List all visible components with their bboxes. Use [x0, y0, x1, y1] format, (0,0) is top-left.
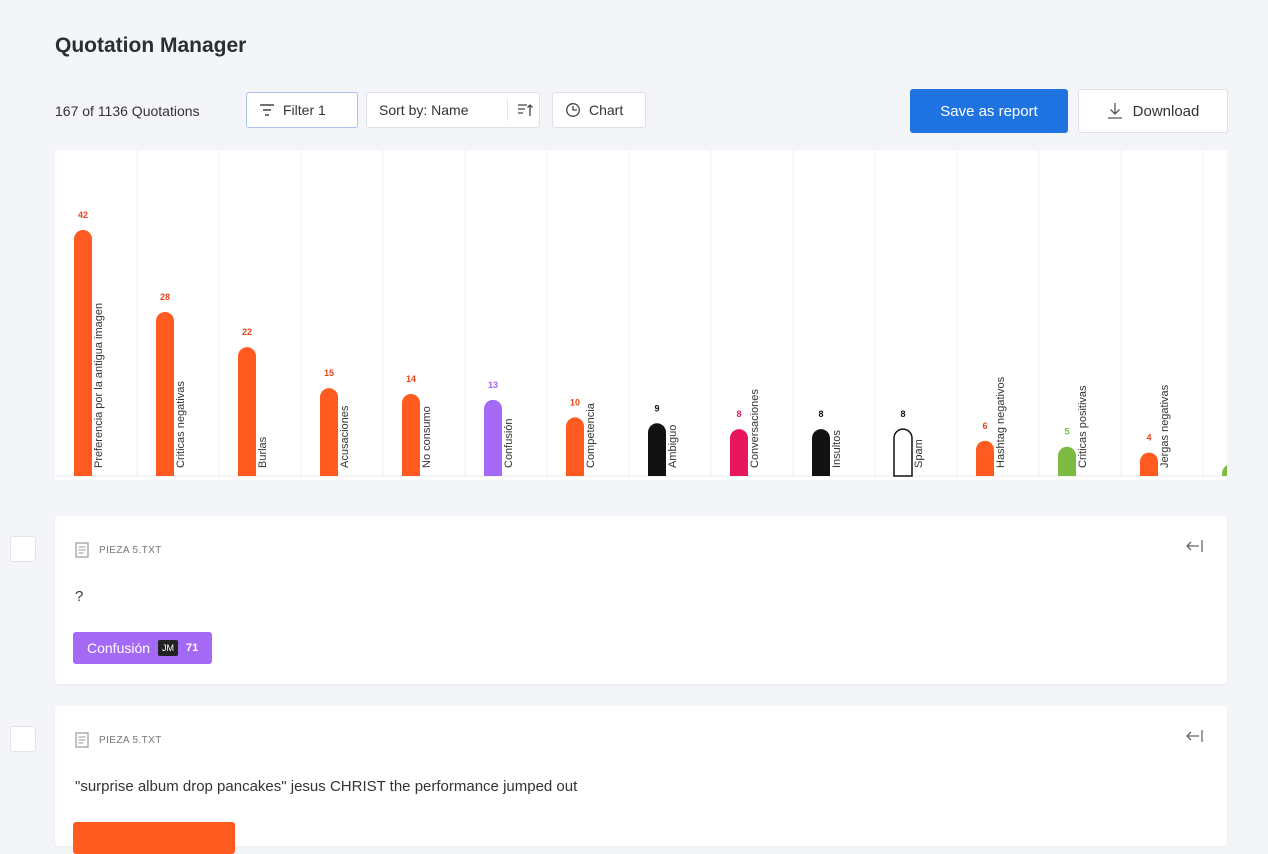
- bar-value-label: 8: [736, 409, 741, 419]
- document-name: PIEZA 5.TXT: [99, 734, 162, 746]
- save-as-report-button[interactable]: Save as report: [910, 89, 1068, 133]
- bar-value-label: 28: [160, 292, 170, 302]
- bar-value-label: 8: [818, 409, 823, 419]
- category-label: Ambiguo: [667, 425, 679, 468]
- chart-bar[interactable]: [730, 429, 748, 476]
- bar-value-label: 8: [900, 409, 905, 419]
- bar-value-label: 13: [488, 380, 498, 390]
- quotation-card[interactable]: PIEZA 5.TXT "surprise album drop pancake…: [55, 706, 1227, 854]
- chart-bar[interactable]: [1140, 452, 1158, 476]
- collapse-icon[interactable]: [1185, 538, 1205, 554]
- quotation-count: 167 of 1136 Quotations: [55, 103, 200, 119]
- category-label: Confusión: [503, 418, 515, 468]
- chart-bar[interactable]: [484, 399, 502, 476]
- sort-label: Sort by: Name: [379, 102, 469, 118]
- bar-value-label: 9: [654, 403, 659, 413]
- category-label: Burlas: [257, 436, 269, 468]
- bar-value-label: 15: [324, 368, 334, 378]
- document-line: PIEZA 5.TXT: [75, 542, 162, 558]
- download-label: Download: [1132, 102, 1200, 120]
- category-label: Criticas negativas: [175, 381, 187, 468]
- code-tag[interactable]: [73, 822, 235, 854]
- chart-svg: 42 Preferencia por la antigua imagen 28 Cri…: [55, 150, 1240, 480]
- code-tag-label: Confusión: [87, 640, 151, 656]
- category-label: Jergas negativas: [1159, 384, 1171, 468]
- chart-bar[interactable]: [648, 423, 666, 476]
- filter-icon: [260, 104, 274, 116]
- category-label: Insultos: [831, 430, 843, 468]
- quotation-text: "surprise album drop pancakes" jesus CHR…: [75, 778, 578, 795]
- download-icon: [1107, 103, 1122, 119]
- collapse-icon[interactable]: [1185, 728, 1205, 744]
- plot-area: [55, 150, 1227, 480]
- chart-bar[interactable]: [976, 440, 994, 476]
- category-label: Hashtag negativos: [995, 376, 1007, 468]
- chart-bar[interactable]: [812, 429, 830, 476]
- quotation-text: ?: [75, 588, 84, 605]
- download-button[interactable]: Download: [1078, 89, 1228, 133]
- page-title: Quotation Manager: [55, 34, 247, 57]
- bar-value-label: 14: [406, 374, 416, 384]
- sort-divider: [507, 99, 508, 121]
- select-checkbox[interactable]: [10, 726, 36, 752]
- user-initials-badge: JM: [158, 640, 179, 656]
- chart-bar[interactable]: [893, 428, 913, 477]
- chart-bar[interactable]: [566, 417, 584, 476]
- bar-value-label: 5: [1064, 427, 1069, 437]
- category-label: Preferencia por la antigua imagen: [93, 303, 105, 468]
- filter-button[interactable]: Filter 1: [246, 92, 358, 128]
- sort-direction-icon[interactable]: [517, 102, 533, 118]
- chart-bar[interactable]: [1058, 446, 1076, 476]
- document-line: PIEZA 5.TXT: [75, 732, 162, 748]
- category-label: Competencia: [585, 402, 597, 468]
- category-label: Conversaciones: [749, 389, 761, 468]
- category-label: Spam: [913, 439, 925, 468]
- chart-label: Chart: [589, 102, 624, 118]
- code-frequency-chart: 42 Preferencia por la antigua imagen 28 Cri…: [55, 150, 1240, 480]
- code-tag-count: 71: [186, 642, 199, 654]
- category-label: Criticas positivas: [1077, 385, 1089, 468]
- chart-bar[interactable]: [74, 230, 92, 476]
- sort-button[interactable]: Sort by: Name: [366, 92, 540, 128]
- code-tag[interactable]: Confusión JM 71: [73, 632, 213, 664]
- bar-value-label: 6: [982, 421, 987, 431]
- document-name: PIEZA 5.TXT: [99, 544, 162, 556]
- bar-value-label: 42: [78, 210, 88, 220]
- chart-bar[interactable]: [402, 394, 420, 476]
- filter-label: Filter 1: [283, 102, 326, 118]
- chart-icon: [566, 103, 580, 117]
- bar-value-label: 4: [1146, 433, 1151, 443]
- category-label: No consumo: [421, 406, 433, 468]
- toolbar: 167 of 1136 Quotations Filter 1 Sort by:…: [55, 89, 1228, 133]
- chart-button[interactable]: Chart: [552, 92, 646, 128]
- select-checkbox[interactable]: [10, 536, 36, 562]
- chart-bar[interactable]: [156, 312, 174, 476]
- chart-bar[interactable]: [238, 347, 256, 476]
- chart-bar[interactable]: [320, 388, 338, 476]
- bar-value-label: 22: [242, 327, 252, 337]
- category-label: Acusaciones: [339, 405, 351, 468]
- bar-value-label: 10: [570, 397, 580, 407]
- quotation-card[interactable]: PIEZA 5.TXT ? Confusión JM 71: [55, 516, 1227, 684]
- document-icon: [75, 732, 89, 748]
- document-icon: [75, 542, 89, 558]
